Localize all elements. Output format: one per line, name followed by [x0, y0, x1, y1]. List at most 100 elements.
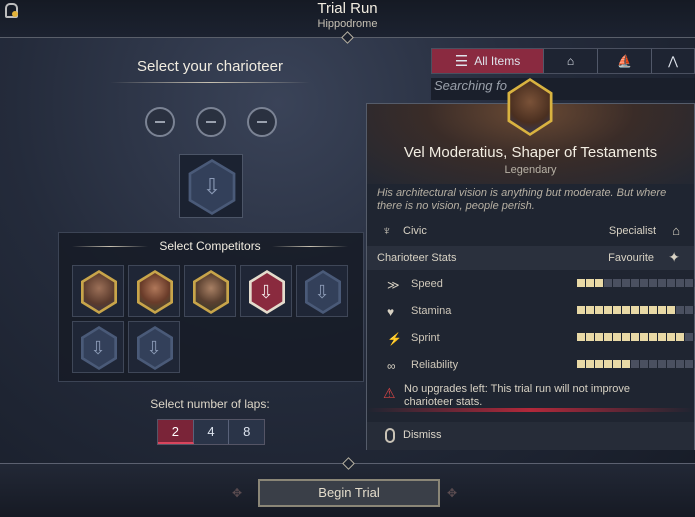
heading-divider-left [72, 246, 148, 247]
class-label: Civic [403, 225, 427, 237]
stat-segment [577, 279, 585, 287]
stat-bar [577, 333, 695, 341]
heading-divider [110, 82, 310, 83]
page-subtitle: Hippodrome [317, 18, 378, 30]
stat-segment [604, 279, 612, 287]
empty-slot-hex: ⇩ [188, 159, 236, 215]
stat-segment [649, 333, 657, 341]
stats-heading-row: Charioteer Stats Favourite ✦ [367, 246, 694, 270]
stat-segment [667, 306, 675, 314]
begin-trial-button[interactable]: Begin Trial [258, 479, 440, 507]
stat-bar [577, 306, 695, 314]
laps-option-8[interactable]: 8 [229, 420, 265, 444]
laps-label: Select number of laps: [150, 397, 270, 411]
competitor-portrait [193, 270, 229, 314]
stat-segment [685, 360, 693, 368]
tab-ships[interactable]: ⛵ [598, 49, 652, 73]
dismiss-label: Dismiss [403, 429, 442, 441]
stat-segment [622, 279, 630, 287]
charioteer-upgrade-slot-2[interactable] [196, 107, 226, 137]
stats-heading: Charioteer Stats [377, 252, 457, 264]
stat-segment [685, 306, 693, 314]
stat-segment [604, 306, 612, 314]
down-arrow-icon: ⇩ [202, 174, 222, 199]
dismiss-button[interactable]: Dismiss [367, 422, 694, 450]
notification-icon[interactable] [3, 2, 18, 18]
specialist-icon: ⌂ [672, 223, 680, 238]
stat-segment [658, 360, 666, 368]
page-title: Trial Run [317, 0, 378, 17]
stat-segment [604, 360, 612, 368]
stat-segment [595, 306, 603, 314]
stat-segment [640, 306, 648, 314]
stat-segment [604, 333, 612, 341]
charioteer-upgrade-slot-1[interactable] [145, 107, 175, 137]
charioteer-slot[interactable]: ⇩ [179, 154, 243, 218]
down-arrow-icon: ⇩ [90, 338, 106, 358]
building-icon: ⌂ [566, 54, 575, 68]
class-row: ♆ Civic Specialist ⌂ [367, 219, 694, 243]
stat-segment [631, 333, 639, 341]
stat-segment [622, 306, 630, 314]
tab-tents[interactable]: ⋀ [652, 49, 694, 73]
stat-segment [613, 306, 621, 314]
no-upgrades-warning: No upgrades left: This trial run will no… [404, 383, 631, 408]
button-ornament-left: ✥ [232, 486, 243, 500]
stat-segment [667, 360, 675, 368]
tent-icon: ⋀ [668, 54, 678, 68]
down-arrow-icon: ⇩ [258, 282, 274, 302]
stat-segment [613, 360, 621, 368]
tab-all-items-label: All Items [474, 54, 521, 68]
heading-divider-right [272, 246, 348, 247]
stat-segment [667, 333, 675, 341]
tab-buildings[interactable]: ⌂ [544, 49, 598, 73]
sprint-icon: ⚡ [387, 332, 402, 346]
tab-all-items[interactable]: ☰ All Items [432, 49, 544, 73]
stat-segment [685, 333, 693, 341]
stat-row-speed: ≫ Speed [383, 276, 695, 294]
laps-option-4[interactable]: 4 [193, 420, 230, 444]
stat-segment [622, 360, 630, 368]
rarity-label: Legendary [504, 164, 557, 176]
stat-segment [640, 279, 648, 287]
list-icon: ☰ [454, 53, 469, 70]
stat-segment [658, 279, 666, 287]
competitor-slot-2[interactable] [128, 265, 180, 317]
stat-segment [640, 360, 648, 368]
ship-icon: ⛵ [617, 54, 632, 68]
charioteer-upgrade-slot-3[interactable] [247, 107, 277, 137]
competitor-slot-1[interactable] [72, 265, 124, 317]
speed-icon: ≫ [387, 278, 400, 292]
charioteer-name: Vel Moderatius, Shaper of Testaments [403, 144, 658, 161]
competitor-slot-5[interactable]: ⇩ [296, 265, 348, 317]
stat-segment [613, 333, 621, 341]
stat-label: Sprint [411, 332, 440, 344]
stat-segment [631, 279, 639, 287]
stat-segment [631, 360, 639, 368]
stat-segment [586, 333, 594, 341]
stat-segment [676, 333, 684, 341]
stat-segment [676, 279, 684, 287]
favourite-label: Favourite [608, 252, 654, 264]
stat-segment [577, 306, 585, 314]
competitor-slot-4-selected[interactable]: ⇩ [240, 265, 292, 317]
stat-segment [631, 306, 639, 314]
competitor-slot-7[interactable]: ⇩ [128, 321, 180, 373]
stat-segment [577, 360, 585, 368]
stat-bar [577, 360, 695, 368]
laps-option-2[interactable]: 2 [158, 420, 194, 444]
stat-segment [685, 279, 693, 287]
stat-bar [577, 279, 695, 287]
stat-segment [658, 306, 666, 314]
stat-row-stamina: ♥ Stamina [383, 303, 695, 321]
select-charioteer-heading: Select your charioteer [137, 58, 283, 75]
stat-segment [595, 279, 603, 287]
stat-segment [649, 279, 657, 287]
competitor-slot-6[interactable]: ⇩ [72, 321, 124, 373]
competitor-slot-3[interactable] [184, 265, 236, 317]
stat-label: Speed [411, 278, 443, 290]
lyre-icon: ♆ [382, 223, 392, 238]
competitor-portrait [137, 270, 173, 314]
search-input[interactable]: Searching fo [431, 78, 695, 100]
laps-selector: 2 4 8 [157, 419, 265, 445]
